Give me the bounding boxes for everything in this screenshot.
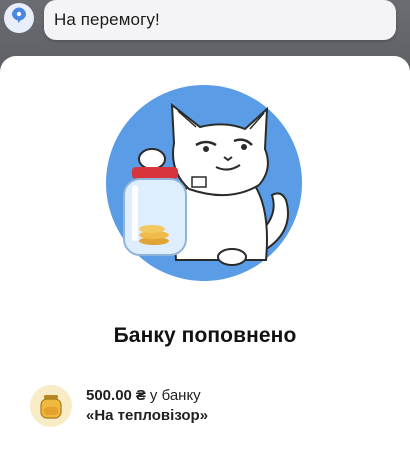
jar-name: «На тепловізор» [86, 407, 209, 424]
success-sheet: Банку поповнено 500.00 ₴ у банку «На тепло… [0, 56, 410, 469]
comment-icon [3, 2, 35, 34]
deposit-amount: 500.00 ₴ у банку [86, 387, 201, 404]
comment-bubble: На перемогу! [44, 0, 396, 40]
cat-with-jar-illustration [106, 85, 302, 281]
amount-suffix: у банку [149, 387, 201, 404]
comment-text: На перемогу! [54, 10, 160, 29]
jar-icon [30, 385, 72, 427]
amount-value: 500.00 [86, 387, 132, 404]
currency-symbol: ₴ [135, 387, 146, 404]
success-title: Банку поповнено [113, 324, 297, 347]
